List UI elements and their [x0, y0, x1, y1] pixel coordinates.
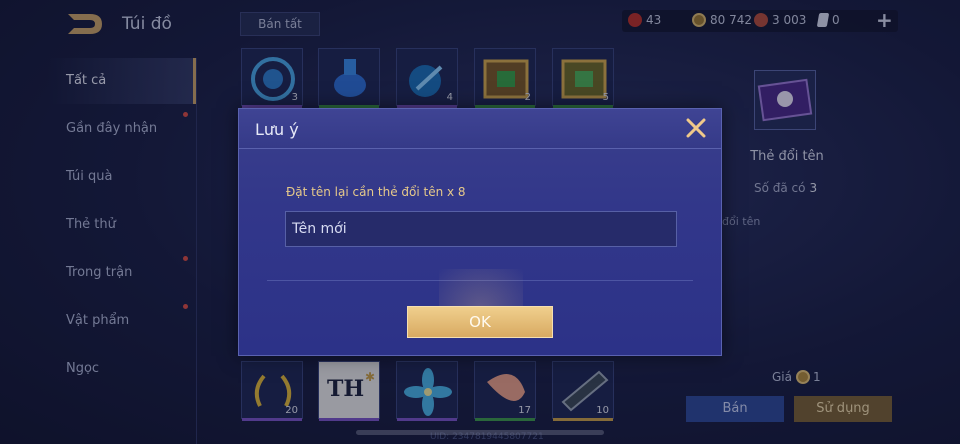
dialog-title: Lưu ý	[255, 120, 299, 139]
dialog-header: Lưu ý	[239, 109, 721, 149]
new-name-input[interactable]: Tên mới	[285, 211, 677, 247]
ok-button[interactable]: OK	[407, 306, 553, 338]
rename-dialog: Lưu ý Đặt tên lại cần thẻ đổi tên x 8 Tê…	[238, 108, 722, 356]
rename-cost-note: Đặt tên lại cần thẻ đổi tên x 8	[286, 185, 466, 199]
close-icon[interactable]	[685, 117, 707, 139]
button-glow	[439, 269, 523, 309]
